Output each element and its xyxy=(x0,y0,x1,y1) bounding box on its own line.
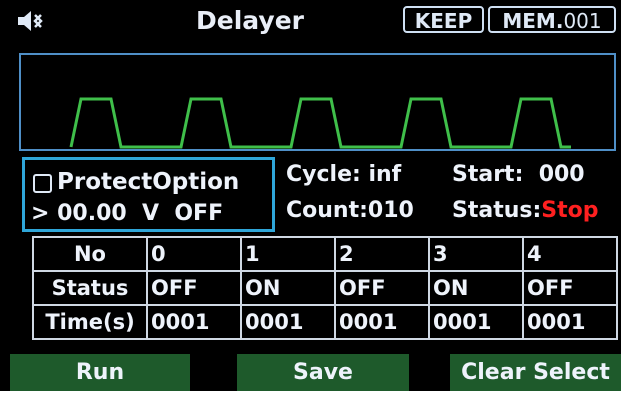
keep-button[interactable]: KEEP xyxy=(403,6,484,33)
memory-label: MEM. xyxy=(502,9,564,33)
protect-option-panel[interactable]: ProtectOption > 00.00 V OFF xyxy=(22,157,275,232)
cycle-readout: Cycle: inf xyxy=(286,162,402,187)
table-cell: Status xyxy=(32,270,148,306)
table-cell[interactable]: 0001 xyxy=(428,304,524,340)
table-cell[interactable]: 1 xyxy=(240,236,336,272)
table-cell[interactable]: OFF xyxy=(522,270,618,306)
table-cell[interactable]: 0 xyxy=(146,236,242,272)
status-readout: Status:Stop xyxy=(452,196,599,226)
table-cell[interactable]: OFF xyxy=(146,270,242,306)
table-row: Time(s) 0001 0001 0001 0001 0001 xyxy=(32,304,618,340)
table-cell[interactable]: 4 xyxy=(522,236,618,272)
table-cell[interactable]: 3 xyxy=(428,236,524,272)
device-screen: Delayer KEEP MEM.001 ProtectOption > 00.… xyxy=(0,0,621,391)
speaker-mute-icon[interactable] xyxy=(16,9,46,33)
page-title: Delayer xyxy=(196,6,304,35)
table-cell: No xyxy=(32,236,148,272)
table-cell: Time(s) xyxy=(32,304,148,340)
table-cell[interactable]: ON xyxy=(240,270,336,306)
status-value: Stop xyxy=(541,198,599,223)
protect-option-label: ProtectOption xyxy=(57,169,240,195)
table-cell[interactable]: 0001 xyxy=(522,304,618,340)
table-cell[interactable]: 0001 xyxy=(240,304,336,340)
run-button[interactable]: Run xyxy=(10,354,190,391)
clear-select-button[interactable]: Clear Select xyxy=(450,354,621,391)
count-readout: Count:010 xyxy=(286,198,414,223)
table-cell[interactable]: 0001 xyxy=(334,304,430,340)
table-cell[interactable]: ON xyxy=(428,270,524,306)
save-button[interactable]: Save xyxy=(237,354,409,391)
table-cell[interactable]: 0001 xyxy=(146,304,242,340)
step-table: No 0 1 2 3 4 Status OFF ON OFF ON OFF Ti… xyxy=(32,236,618,340)
table-row: Status OFF ON OFF ON OFF xyxy=(32,270,618,306)
memory-number: 001 xyxy=(563,9,602,33)
protect-option-checkbox[interactable] xyxy=(33,174,52,193)
waveform-display xyxy=(19,53,616,151)
table-row: No 0 1 2 3 4 xyxy=(32,236,618,272)
waveform-graph xyxy=(69,97,571,149)
start-readout: Start: 000 xyxy=(452,162,585,187)
header-bar: Delayer KEEP MEM.001 xyxy=(0,0,621,42)
protect-voltage-value[interactable]: > 00.00 V OFF xyxy=(31,200,223,228)
memory-slot-button[interactable]: MEM.001 xyxy=(488,6,616,33)
pulse-trace xyxy=(69,97,571,149)
table-cell[interactable]: 2 xyxy=(334,236,430,272)
status-label: Status: xyxy=(452,198,542,223)
table-cell[interactable]: OFF xyxy=(334,270,430,306)
